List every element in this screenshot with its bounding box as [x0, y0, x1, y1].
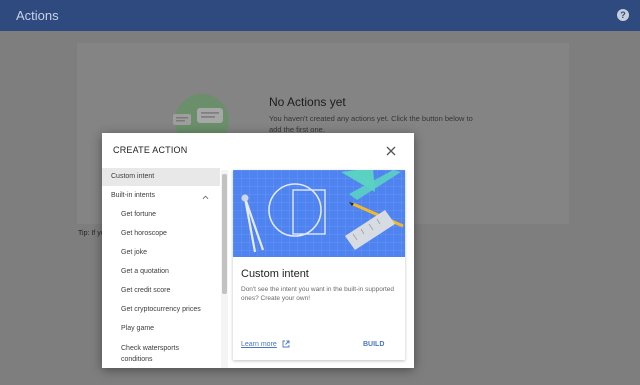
intent-hero-illustration	[233, 170, 405, 257]
tip-text: Tip: If yo	[78, 230, 105, 237]
list-item-play-game[interactable]: Play game	[121, 325, 154, 332]
chat-bubble-icon	[173, 94, 229, 134]
empty-state-title: No Actions yet	[269, 95, 346, 109]
detail-description: Don't see the intent you want in the bui…	[241, 286, 395, 302]
list-item-get-horoscope[interactable]: Get horoscope	[121, 230, 167, 237]
list-item-get-joke[interactable]: Get joke	[121, 249, 147, 256]
list-item-label-line2: conditions	[121, 356, 153, 363]
list-item-label: Custom intent	[111, 173, 155, 180]
list-item-label: Built-in intents	[111, 192, 155, 199]
list-item-check-watersports[interactable]: Check watersports conditions	[121, 343, 179, 365]
list-item-get-credit-score[interactable]: Get credit score	[121, 287, 170, 294]
list-item-built-in-intents[interactable]: Built-in intents	[111, 192, 211, 204]
list-item-custom-intent[interactable]: Custom intent	[102, 168, 220, 186]
build-button[interactable]: BUILD	[363, 341, 384, 348]
empty-state-text: You haven't created any actions yet. Cli…	[269, 114, 473, 134]
dialog-title: CREATE ACTION	[113, 145, 188, 155]
scrollbar-thumb[interactable]	[222, 174, 227, 294]
learn-more-link[interactable]: Learn more	[241, 341, 277, 348]
open-in-new-icon[interactable]	[282, 340, 290, 348]
list-item-label-line1: Check watersports	[121, 345, 179, 352]
app-title: Actions	[16, 8, 59, 23]
list-item-get-cryptocurrency-prices[interactable]: Get cryptocurrency prices	[121, 306, 201, 313]
close-icon[interactable]	[385, 145, 397, 157]
app-header: Actions ?	[0, 0, 640, 31]
list-item-get-a-quotation[interactable]: Get a quotation	[121, 268, 169, 275]
intent-list-scrollbar[interactable]	[221, 170, 228, 368]
intent-list: Custom intent Built-in intents Get fortu…	[102, 168, 222, 368]
intent-detail-panel: Custom intent Don't see the intent you w…	[233, 170, 405, 360]
chevron-up-icon	[202, 195, 209, 200]
help-icon[interactable]: ?	[617, 9, 629, 21]
detail-title: Custom intent	[241, 268, 309, 280]
create-action-dialog: CREATE ACTION Custom intent Built-in int…	[102, 133, 414, 368]
list-item-get-fortune[interactable]: Get fortune	[121, 211, 156, 218]
